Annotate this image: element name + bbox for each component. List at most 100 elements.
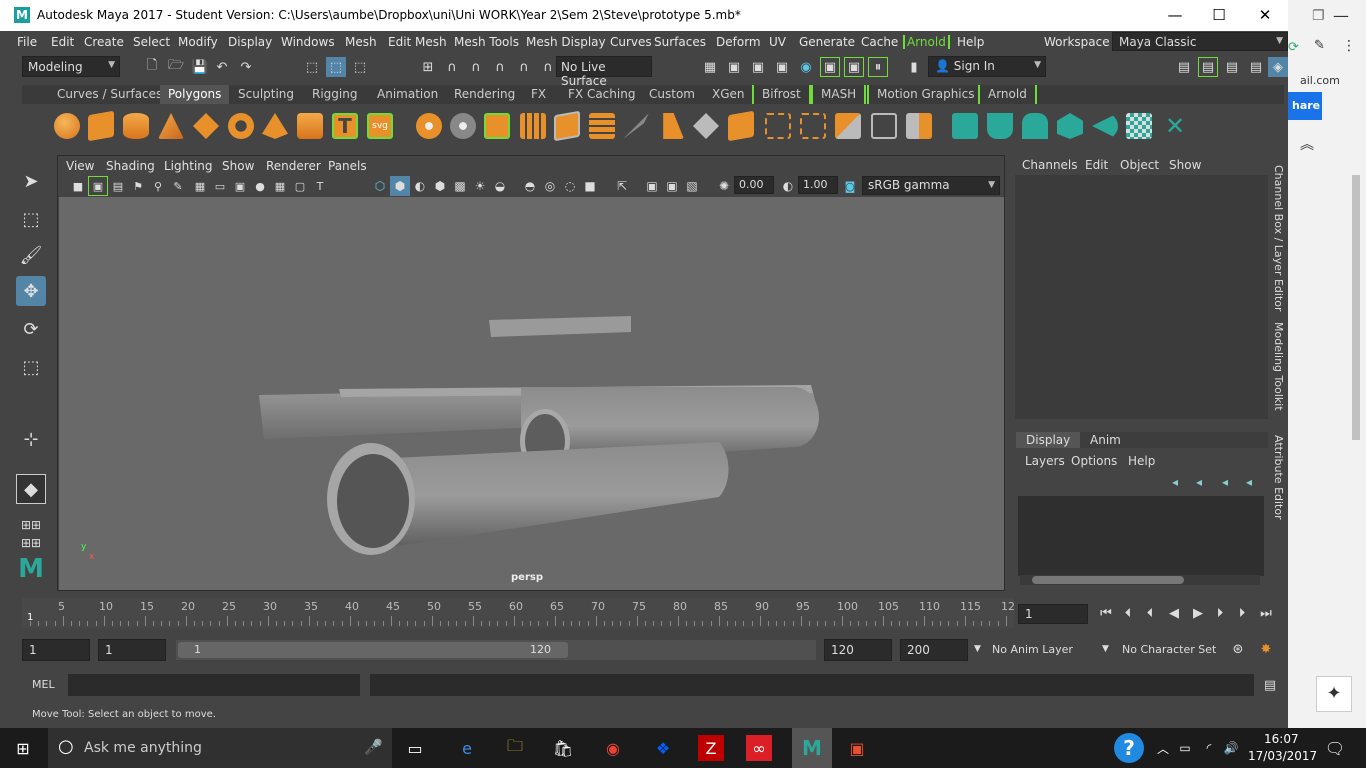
time-ruler[interactable]: 5 10 15 20 25 30 35 40 45 50 55 60 65 70 75 80 85 90 95 100…: [22, 598, 1015, 628]
side-tab-channel-box[interactable]: Channel Box / Layer Editor: [1272, 165, 1285, 312]
menu-mesh-tools[interactable]: Mesh Tools: [454, 35, 519, 49]
svg-icon[interactable]: svg: [367, 113, 393, 139]
viewport-3d-view[interactable]: y x persp: [59, 197, 1004, 590]
windows-start-icon[interactable]: ⊞: [8, 733, 38, 763]
render-view-icon[interactable]: ▦: [700, 57, 720, 77]
safe-action-icon[interactable]: ▢: [290, 176, 310, 196]
side-tab-attribute-editor[interactable]: Attribute Editor: [1272, 435, 1285, 520]
planar-uv-icon[interactable]: [765, 113, 791, 139]
select-hierarchy-icon[interactable]: ⬚: [302, 57, 322, 77]
play-backwards-icon[interactable]: ◀: [1164, 603, 1184, 623]
character-set-select[interactable]: No Character Set: [1122, 643, 1216, 656]
poly-cylinder-icon[interactable]: [123, 113, 149, 139]
menu-arnold[interactable]: Arnold: [903, 35, 950, 49]
step-forward-key-icon[interactable]: ⏵: [1210, 603, 1230, 623]
tab-anim[interactable]: Anim: [1080, 432, 1131, 448]
tab-motion-graphics[interactable]: Motion Graphics: [867, 85, 985, 104]
arnold-shelf-3-icon[interactable]: [1022, 113, 1048, 139]
extrude-icon[interactable]: [554, 110, 580, 142]
viewport-menu-renderer[interactable]: Renderer: [266, 159, 321, 173]
xray-components-icon[interactable]: ▣: [662, 176, 682, 196]
animation-preferences-icon[interactable]: ✸: [1256, 639, 1276, 659]
channel-list[interactable]: [1015, 175, 1268, 419]
arnold-shelf-4-icon[interactable]: [1057, 113, 1083, 139]
edge-icon[interactable]: e: [452, 733, 482, 763]
live-surface-field[interactable]: No Live Surface: [556, 56, 652, 88]
wireframe-on-shaded-icon[interactable]: ◐: [410, 176, 430, 196]
sew-uv-icon[interactable]: [871, 113, 897, 139]
bridge-icon[interactable]: [589, 113, 615, 139]
go-to-start-icon[interactable]: ⏮: [1096, 603, 1116, 623]
menu-deform[interactable]: Deform: [716, 35, 761, 49]
menu-select[interactable]: Select: [133, 35, 170, 49]
viewport-menu-lighting[interactable]: Lighting: [164, 159, 213, 173]
maya-taskbar-icon[interactable]: M: [792, 728, 832, 768]
layer-menu-layers[interactable]: Layers: [1025, 454, 1065, 468]
cut-uv-icon[interactable]: [835, 113, 861, 139]
safe-title-icon[interactable]: T: [310, 176, 330, 196]
arnold-shelf-2-icon[interactable]: [987, 113, 1013, 139]
snap-live-icon[interactable]: ∩: [538, 57, 558, 77]
open-scene-icon[interactable]: 🗁: [166, 57, 186, 77]
sparkle-icon[interactable]: ✦: [1316, 676, 1352, 712]
grid-icon[interactable]: ▦: [190, 176, 210, 196]
tab-custom[interactable]: Custom: [641, 85, 703, 104]
save-scene-icon[interactable]: 💾: [190, 57, 210, 77]
arnold-pause-icon[interactable]: ⏸: [868, 57, 888, 77]
dropbox-icon[interactable]: ❖: [648, 733, 678, 763]
close-button[interactable]: ✕: [1250, 4, 1280, 26]
menu-help[interactable]: Help: [957, 35, 984, 49]
anim-layer-select[interactable]: No Anim Layer: [992, 643, 1073, 656]
smooth-shade-icon[interactable]: ⬢: [390, 176, 410, 196]
tab-sculpting[interactable]: Sculpting: [230, 85, 303, 104]
uv-editor-icon[interactable]: [906, 113, 932, 139]
snap-surface-icon[interactable]: ∩: [514, 57, 534, 77]
tab-curves-surfaces[interactable]: Curves / Surfaces: [49, 85, 171, 104]
isolate-icon[interactable]: ◓: [520, 176, 540, 196]
ambient-occlusion-icon[interactable]: ◒: [490, 176, 510, 196]
script-editor-icon[interactable]: ▤: [1260, 675, 1280, 695]
tab-animation[interactable]: Animation: [369, 85, 447, 104]
poly-cone-icon[interactable]: [158, 113, 184, 139]
poly-cube-icon[interactable]: [88, 110, 114, 142]
viewport-menu-panels[interactable]: Panels: [328, 159, 367, 173]
eyedropper-icon[interactable]: ✎: [1314, 38, 1325, 53]
paint-select-tool-icon[interactable]: 🖌: [16, 240, 46, 270]
image-plane-icon[interactable]: ⚑: [128, 176, 148, 196]
layer-scrollbar[interactable]: [1020, 575, 1260, 585]
arnold-ipr-icon[interactable]: ▣: [844, 57, 864, 77]
last-tool-icon[interactable]: ⊹: [16, 424, 46, 454]
bookmark-icon[interactable]: ▤: [108, 176, 128, 196]
backface-culling-icon[interactable]: ▧: [682, 176, 702, 196]
mel-label[interactable]: MEL: [32, 678, 55, 691]
textured-icon[interactable]: ⬢: [430, 176, 450, 196]
tab-bifrost[interactable]: Bifrost: [752, 85, 811, 104]
hypershade-icon[interactable]: ◉: [796, 57, 816, 77]
menu-windows[interactable]: Windows: [281, 35, 335, 49]
poly-torus-icon[interactable]: [228, 113, 254, 139]
gamma-icon[interactable]: ◐: [778, 176, 798, 196]
tab-rendering[interactable]: Rendering: [446, 85, 524, 104]
smooth-icon[interactable]: [520, 113, 546, 139]
menu-modify[interactable]: Modify: [178, 35, 218, 49]
poly-type-icon[interactable]: T: [332, 113, 358, 139]
play-forwards-icon[interactable]: ▶: [1188, 603, 1208, 623]
tab-mash[interactable]: MASH: [811, 85, 867, 104]
target-weld-icon[interactable]: [728, 110, 754, 142]
store-icon[interactable]: 🛍: [548, 733, 578, 763]
channel-box-toggle-icon[interactable]: ▤: [1222, 57, 1242, 77]
layer-menu-help[interactable]: Help: [1128, 454, 1155, 468]
animation-end-field[interactable]: 200: [900, 639, 968, 661]
filezilla-icon[interactable]: Z: [698, 735, 724, 761]
microphone-icon[interactable]: 🎤: [364, 738, 383, 756]
chevron-down-icon[interactable]: ▼: [974, 644, 981, 654]
combine-icon[interactable]: [416, 113, 442, 139]
single-perspective-layout-icon[interactable]: ◆: [16, 474, 46, 504]
step-back-frame-icon[interactable]: ⏴: [1118, 603, 1138, 623]
new-layer-icon[interactable]: ◂: [1222, 475, 1228, 489]
menu-generate[interactable]: Generate: [799, 35, 855, 49]
xray-joints-icon[interactable]: ▣: [642, 176, 662, 196]
depth-of-field-icon[interactable]: ■: [580, 176, 600, 196]
menu-file[interactable]: File: [17, 35, 37, 49]
auto-key-icon[interactable]: ⊛: [1228, 639, 1248, 659]
